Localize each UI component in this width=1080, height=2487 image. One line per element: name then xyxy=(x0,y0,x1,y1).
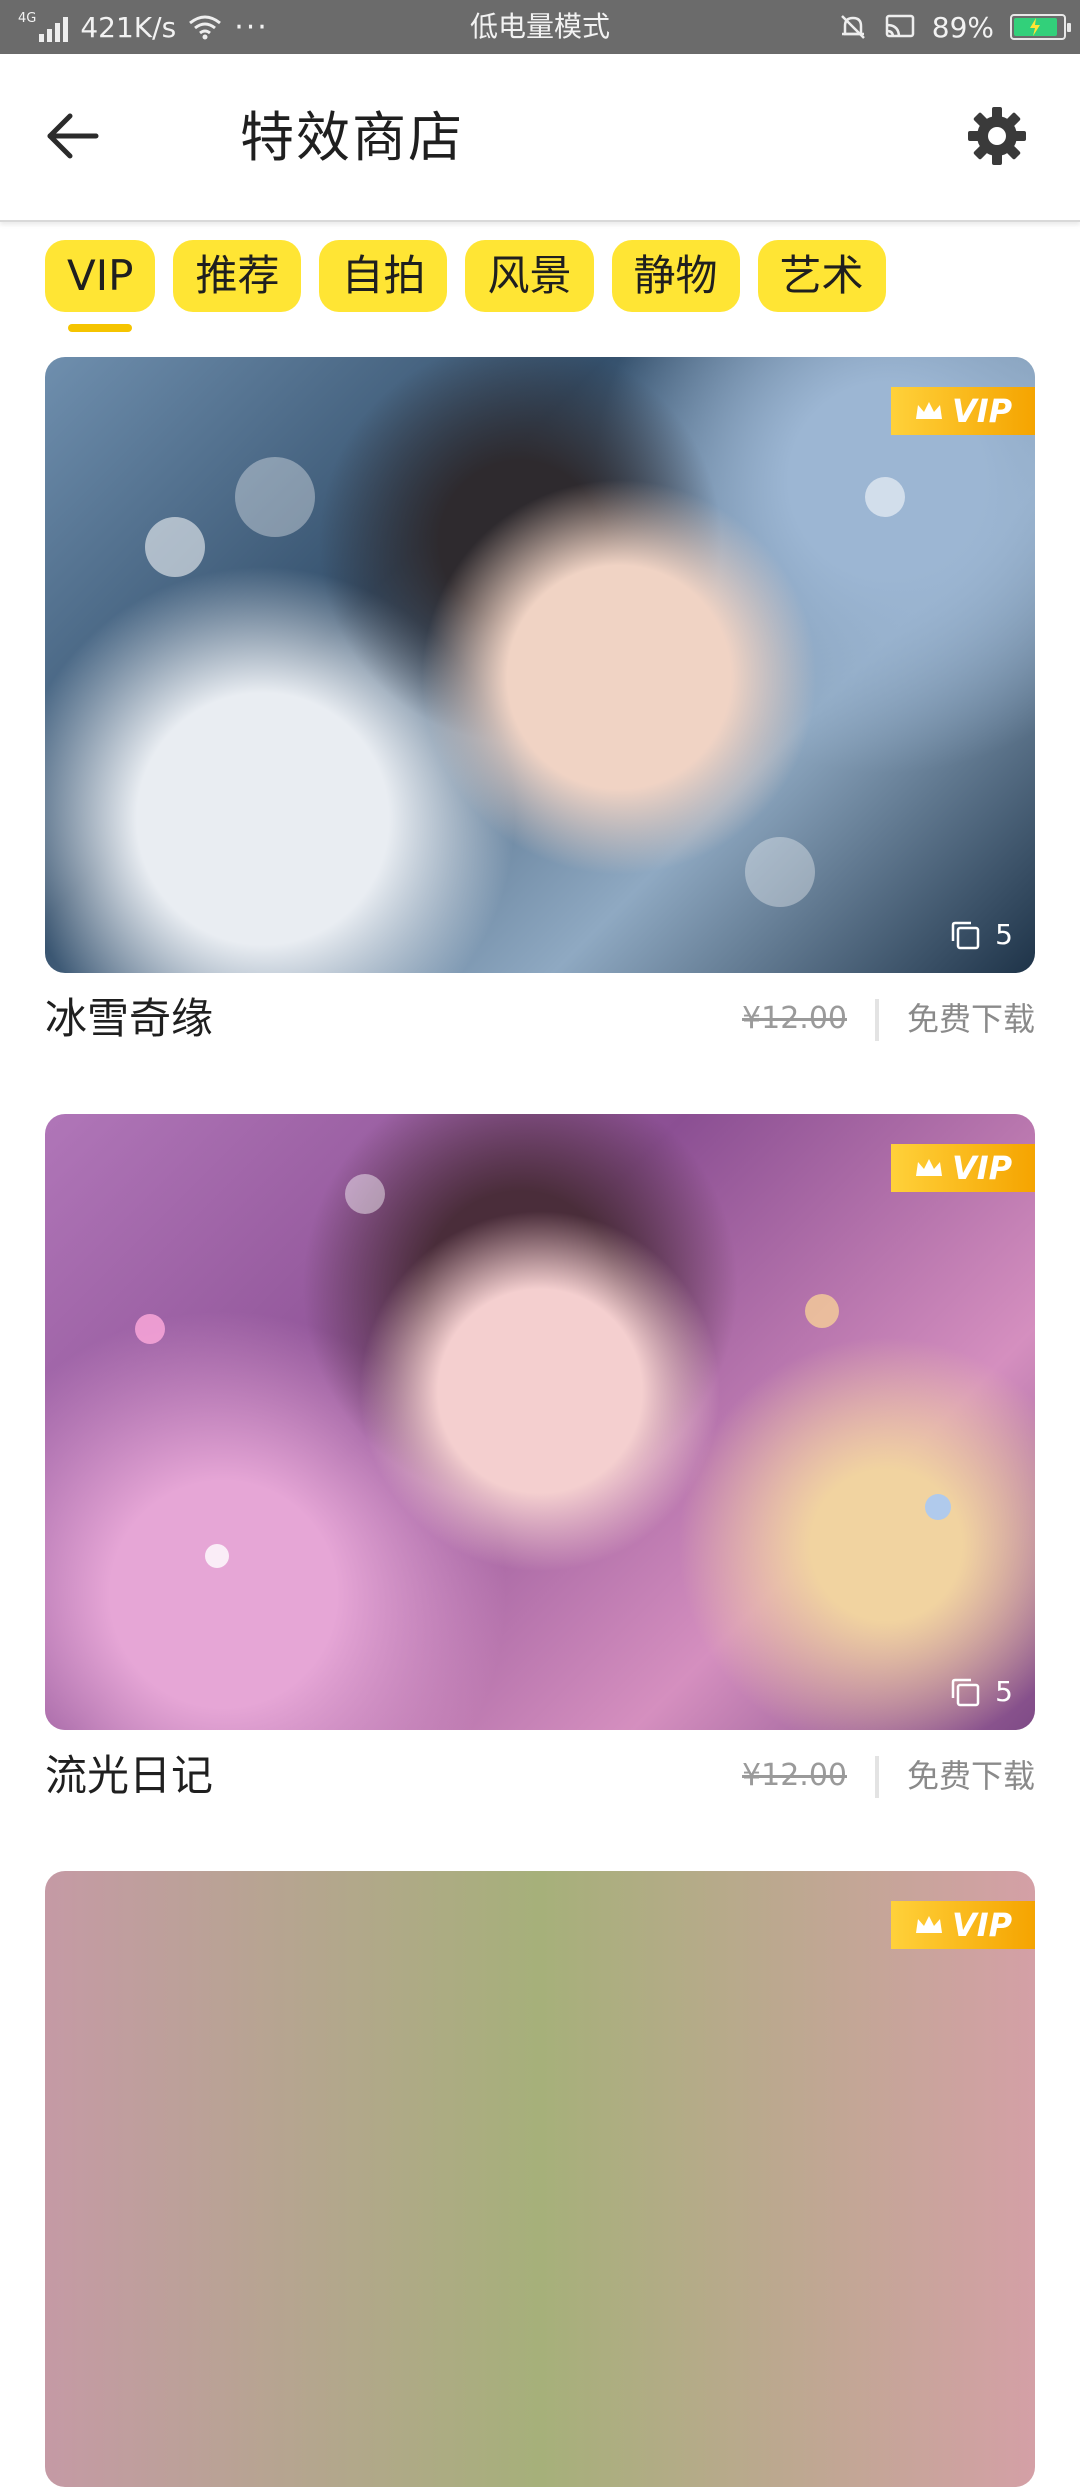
tab-label: 静物 xyxy=(633,251,718,300)
tab-label: 风景 xyxy=(487,251,572,300)
vip-badge-label: VIP xyxy=(951,1149,1013,1187)
tab-label: 自拍 xyxy=(341,251,426,300)
layers-icon xyxy=(951,921,980,949)
crown-icon xyxy=(915,1916,942,1933)
tab-label: 推荐 xyxy=(195,251,280,300)
tab-label: 艺术 xyxy=(779,251,864,300)
tab-selfie[interactable]: 自拍 xyxy=(319,240,448,312)
battery-level xyxy=(1014,18,1057,36)
effect-card[interactable]: VIP 5 流光日记 ¥12.00 免费下载 xyxy=(45,1114,1035,1820)
effect-name: 冰雪奇缘 xyxy=(45,994,214,1043)
vip-badge-label: VIP xyxy=(951,1906,1013,1944)
vip-badge: VIP xyxy=(891,387,1035,435)
tab-vip[interactable]: VIP xyxy=(45,240,156,332)
preview-photo xyxy=(45,1114,1035,1730)
effect-name: 流光日记 xyxy=(45,1751,214,1800)
effect-meta: 流光日记 ¥12.00 免费下载 xyxy=(45,1730,1035,1820)
status-right: 89% xyxy=(838,0,1071,54)
gear-icon xyxy=(968,107,1026,165)
effect-card[interactable]: VIP xyxy=(45,1871,1035,2487)
layers-icon xyxy=(951,1678,980,1706)
meta-divider xyxy=(875,1756,879,1798)
photo-count: 5 xyxy=(949,918,1013,951)
crown-icon xyxy=(915,402,942,419)
app-header: 特效商店 xyxy=(0,54,1080,222)
effect-card[interactable]: VIP 5 冰雪奇缘 ¥12.00 免费下载 xyxy=(45,357,1035,1063)
photo-count: 5 xyxy=(949,1675,1013,1708)
preview-photo xyxy=(45,1871,1035,2487)
free-download-button[interactable]: 免费下载 xyxy=(907,1754,1035,1798)
tab-scenery[interactable]: 风景 xyxy=(465,240,594,312)
vip-badge: VIP xyxy=(891,1144,1035,1192)
tab-label: VIP xyxy=(67,251,134,300)
bell-muted-icon xyxy=(840,15,865,39)
free-download-button[interactable]: 免费下载 xyxy=(907,997,1035,1041)
tab-still-life[interactable]: 静物 xyxy=(611,240,740,312)
vip-badge-label: VIP xyxy=(951,392,1013,430)
preview-photo xyxy=(45,357,1035,973)
battery-icon xyxy=(1010,14,1071,40)
page-title: 特效商店 xyxy=(240,106,464,169)
cast-icon xyxy=(885,14,915,38)
meta-divider xyxy=(875,999,879,1041)
battery-percent: 89% xyxy=(931,10,994,44)
original-price: ¥12.00 xyxy=(742,1758,847,1793)
crown-icon xyxy=(915,1159,942,1176)
vip-badge: VIP xyxy=(891,1901,1035,1949)
tab-recommend[interactable]: 推荐 xyxy=(173,240,302,312)
effect-meta: 冰雪奇缘 ¥12.00 免费下载 xyxy=(45,973,1035,1063)
photo-count-value: 5 xyxy=(995,918,1013,951)
back-button[interactable] xyxy=(42,106,102,166)
arrow-left-icon xyxy=(47,113,99,159)
effect-preview-image[interactable]: VIP 5 xyxy=(45,357,1035,973)
settings-button[interactable] xyxy=(966,105,1028,167)
original-price: ¥12.00 xyxy=(742,1001,847,1036)
status-bar: 4G 421K/s ··· 低电量模式 89% xyxy=(0,0,1080,54)
effect-preview-image[interactable]: VIP xyxy=(45,1871,1035,2487)
active-tab-indicator xyxy=(68,324,133,332)
photo-count-value: 5 xyxy=(995,1675,1013,1708)
category-tabs: VIP 推荐 自拍 风景 静物 艺术 xyxy=(45,240,886,332)
effect-preview-image[interactable]: VIP 5 xyxy=(45,1114,1035,1730)
tab-art[interactable]: 艺术 xyxy=(757,240,886,312)
